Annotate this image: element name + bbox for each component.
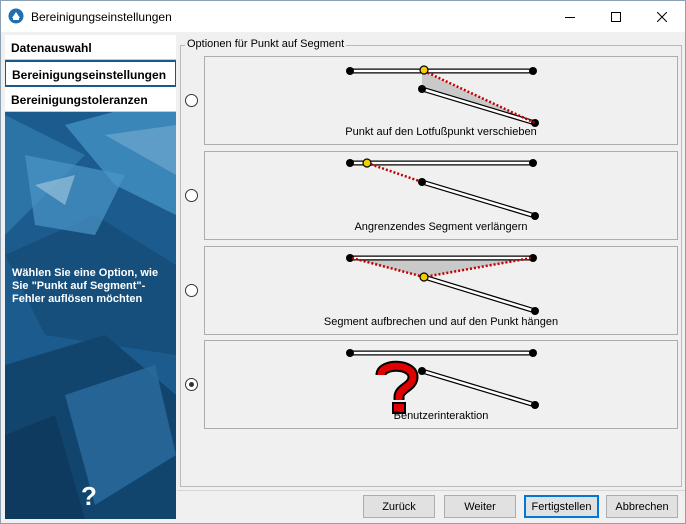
finish-button[interactable]: Fertigstellen xyxy=(524,495,599,518)
radio-option-break-segment[interactable] xyxy=(185,284,198,297)
option-label: Segment aufbrechen und auf den Punkt hän… xyxy=(323,316,559,328)
cancel-button[interactable]: Abbrechen xyxy=(606,495,678,518)
radio-option-move-point[interactable] xyxy=(185,94,198,107)
option-move-point[interactable]: Punkt auf den Lotfußpunkt verschieben xyxy=(204,56,678,145)
close-button[interactable] xyxy=(639,1,685,32)
sidebar-item-label: Bereinigungstoleranzen xyxy=(11,93,148,107)
sidebar-item-bereinigungstoleranzen[interactable]: Bereinigungstoleranzen xyxy=(5,87,176,112)
sidebar-item-label: Bereinigungseinstellungen xyxy=(12,68,167,82)
footer-separator xyxy=(177,490,685,491)
sidebar-item-label: Datenauswahl xyxy=(11,41,92,55)
radio-option-extend-segment[interactable] xyxy=(185,189,198,202)
sidebar-item-bereinigungseinstellungen[interactable]: Bereinigungseinstellungen xyxy=(5,61,176,86)
app-icon xyxy=(8,8,24,24)
option-label: Angrenzendes Segment verlängern xyxy=(354,221,528,233)
sidebar-item-datenauswahl[interactable]: Datenauswahl xyxy=(5,35,176,60)
title-bar: Bereinigungseinstellungen xyxy=(1,1,685,32)
option-extend-segment[interactable]: Angrenzendes Segment verlängern xyxy=(204,151,678,240)
sidebar-instruction: Wählen Sie eine Option, wie Sie "Punkt a… xyxy=(12,267,159,305)
radio-option-user-interaction[interactable] xyxy=(185,378,198,391)
minimize-icon xyxy=(565,16,575,18)
option-user-interaction[interactable]: Benutzerinteraktion xyxy=(204,340,678,429)
next-button[interactable]: Weiter xyxy=(444,495,516,518)
option-label: Punkt auf den Lotfußpunkt verschieben xyxy=(345,126,537,138)
help-icon[interactable]: ? xyxy=(81,481,97,512)
close-icon xyxy=(657,11,667,22)
maximize-icon xyxy=(611,11,621,22)
question-mark-icon xyxy=(375,360,419,414)
option-break-segment[interactable]: Segment aufbrechen und auf den Punkt hän… xyxy=(204,246,678,335)
option-label: Benutzerinteraktion xyxy=(393,410,489,422)
back-button[interactable]: Zurück xyxy=(363,495,435,518)
options-group-label: Optionen für Punkt auf Segment xyxy=(185,38,347,50)
window-title: Bereinigungseinstellungen xyxy=(31,10,172,24)
wizard-sidebar: Datenauswahl Bereinigungseinstellungen B… xyxy=(5,35,176,519)
minimize-button[interactable] xyxy=(547,1,593,32)
maximize-button[interactable] xyxy=(593,1,639,32)
dialog-window: Bereinigungseinstellungen Datenauswahl B… xyxy=(0,0,686,524)
